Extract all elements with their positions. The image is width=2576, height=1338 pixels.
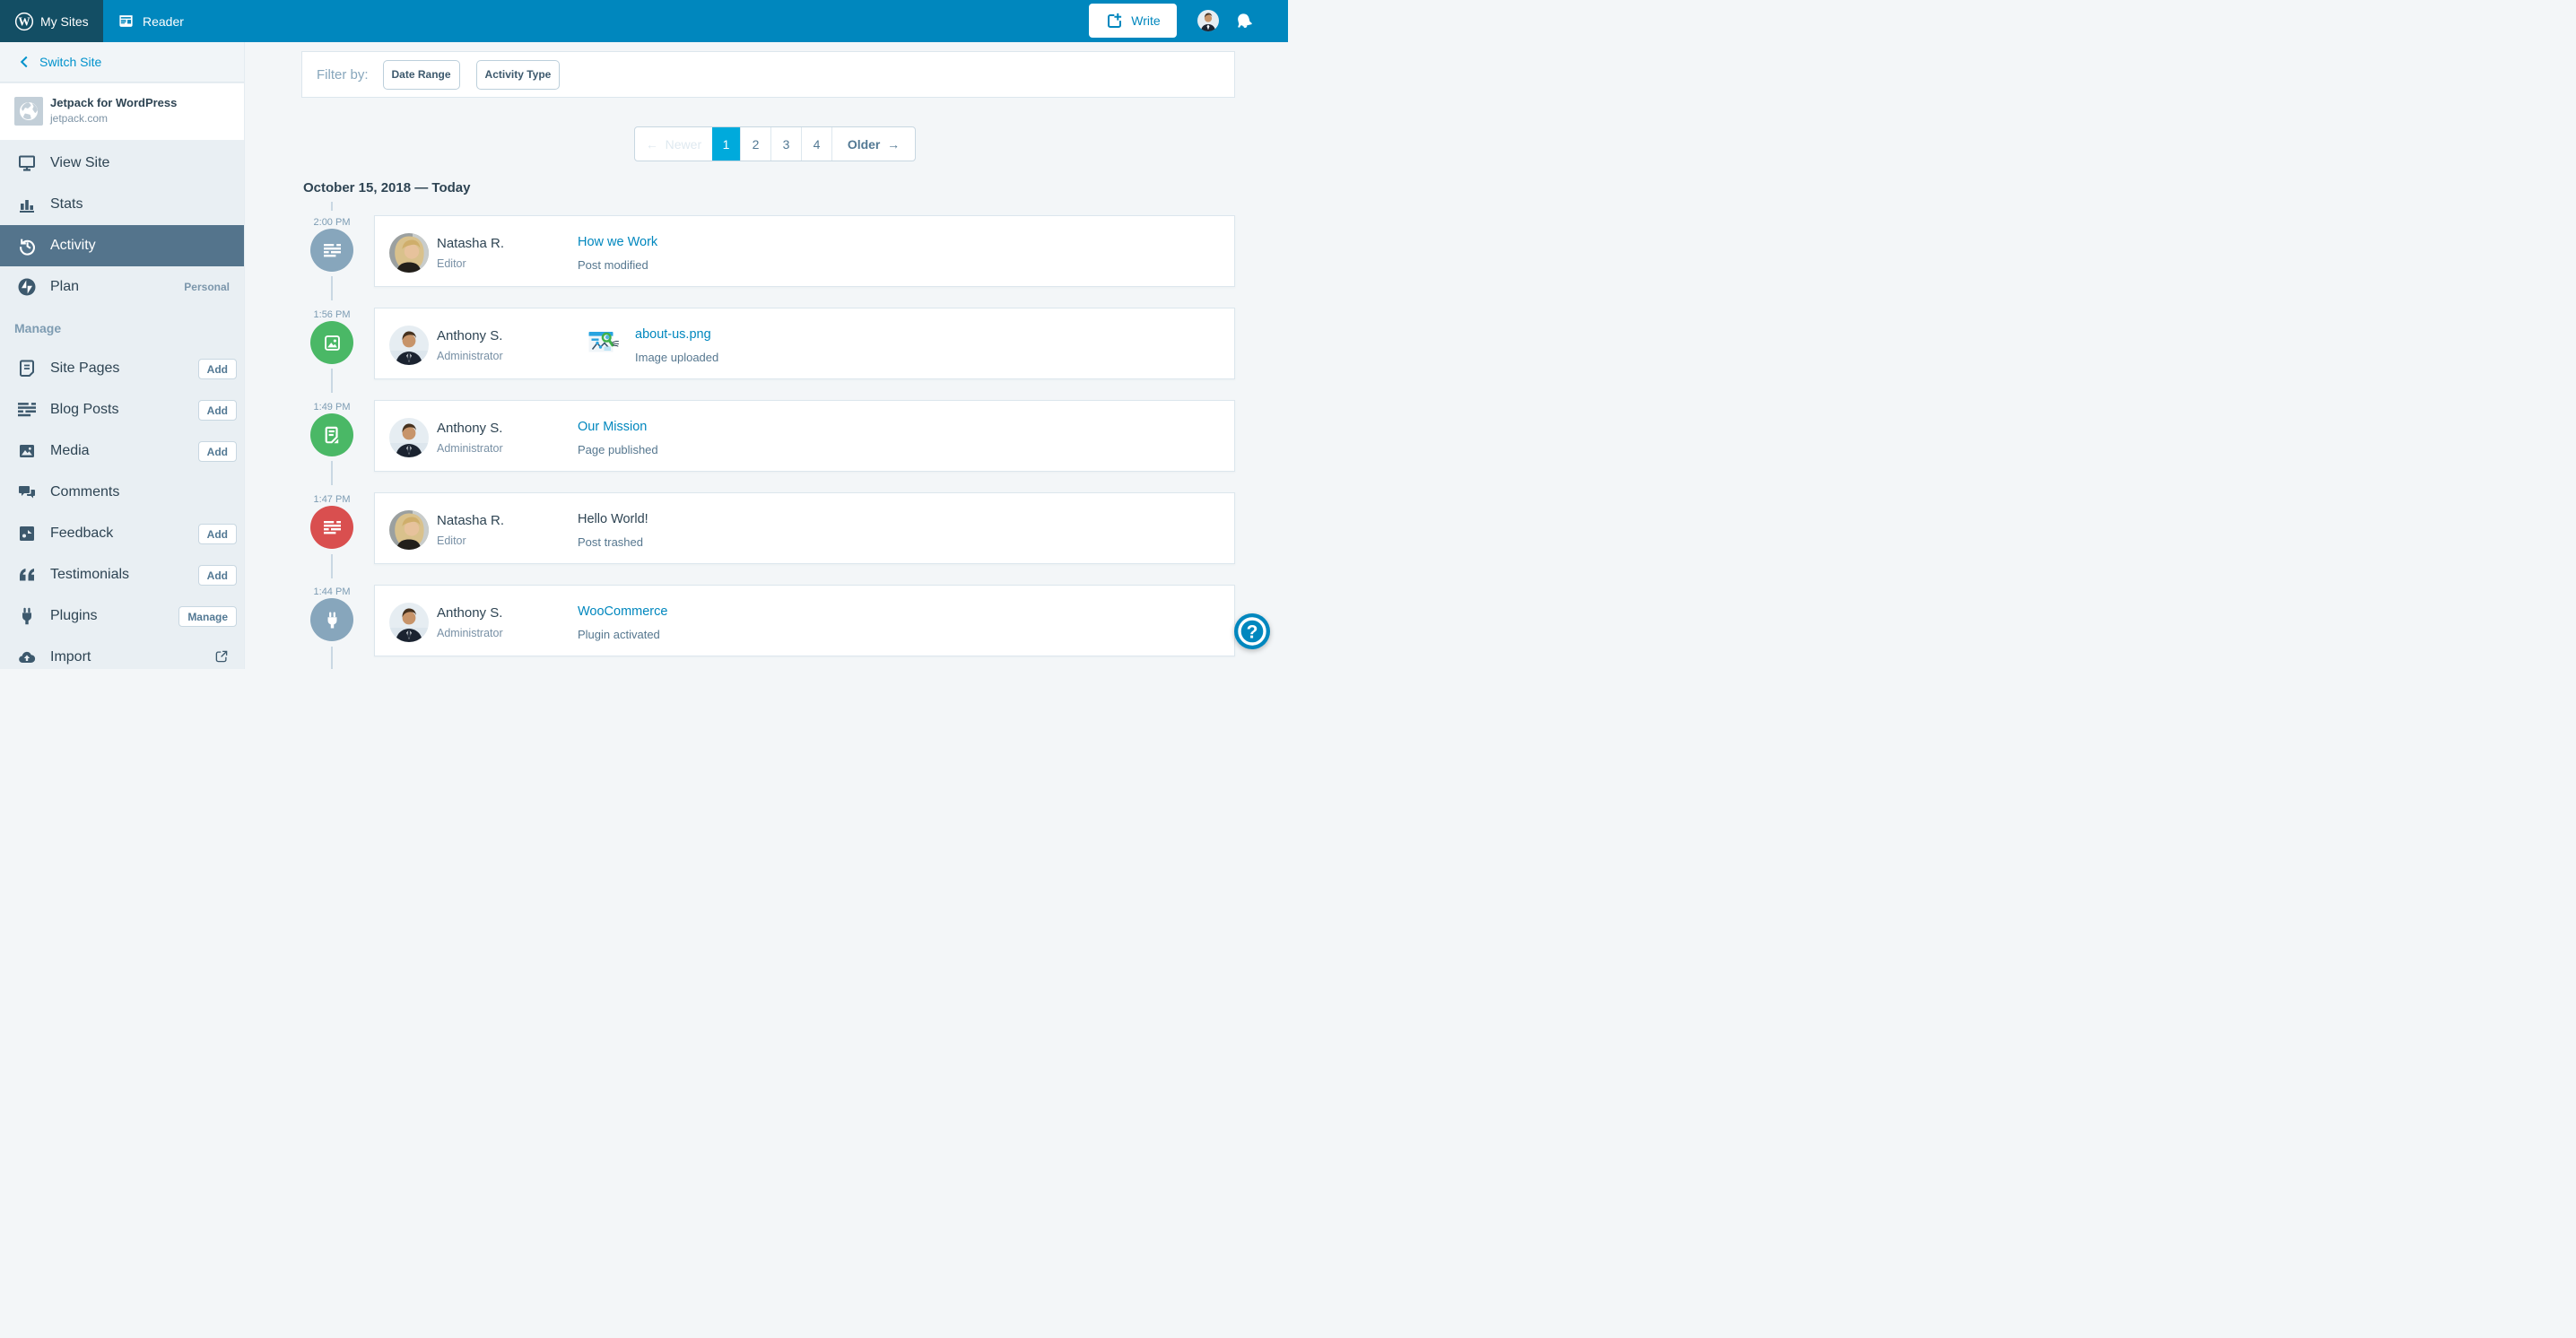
svg-text:W: W: [18, 14, 30, 28]
svg-text:?: ?: [1247, 622, 1258, 643]
